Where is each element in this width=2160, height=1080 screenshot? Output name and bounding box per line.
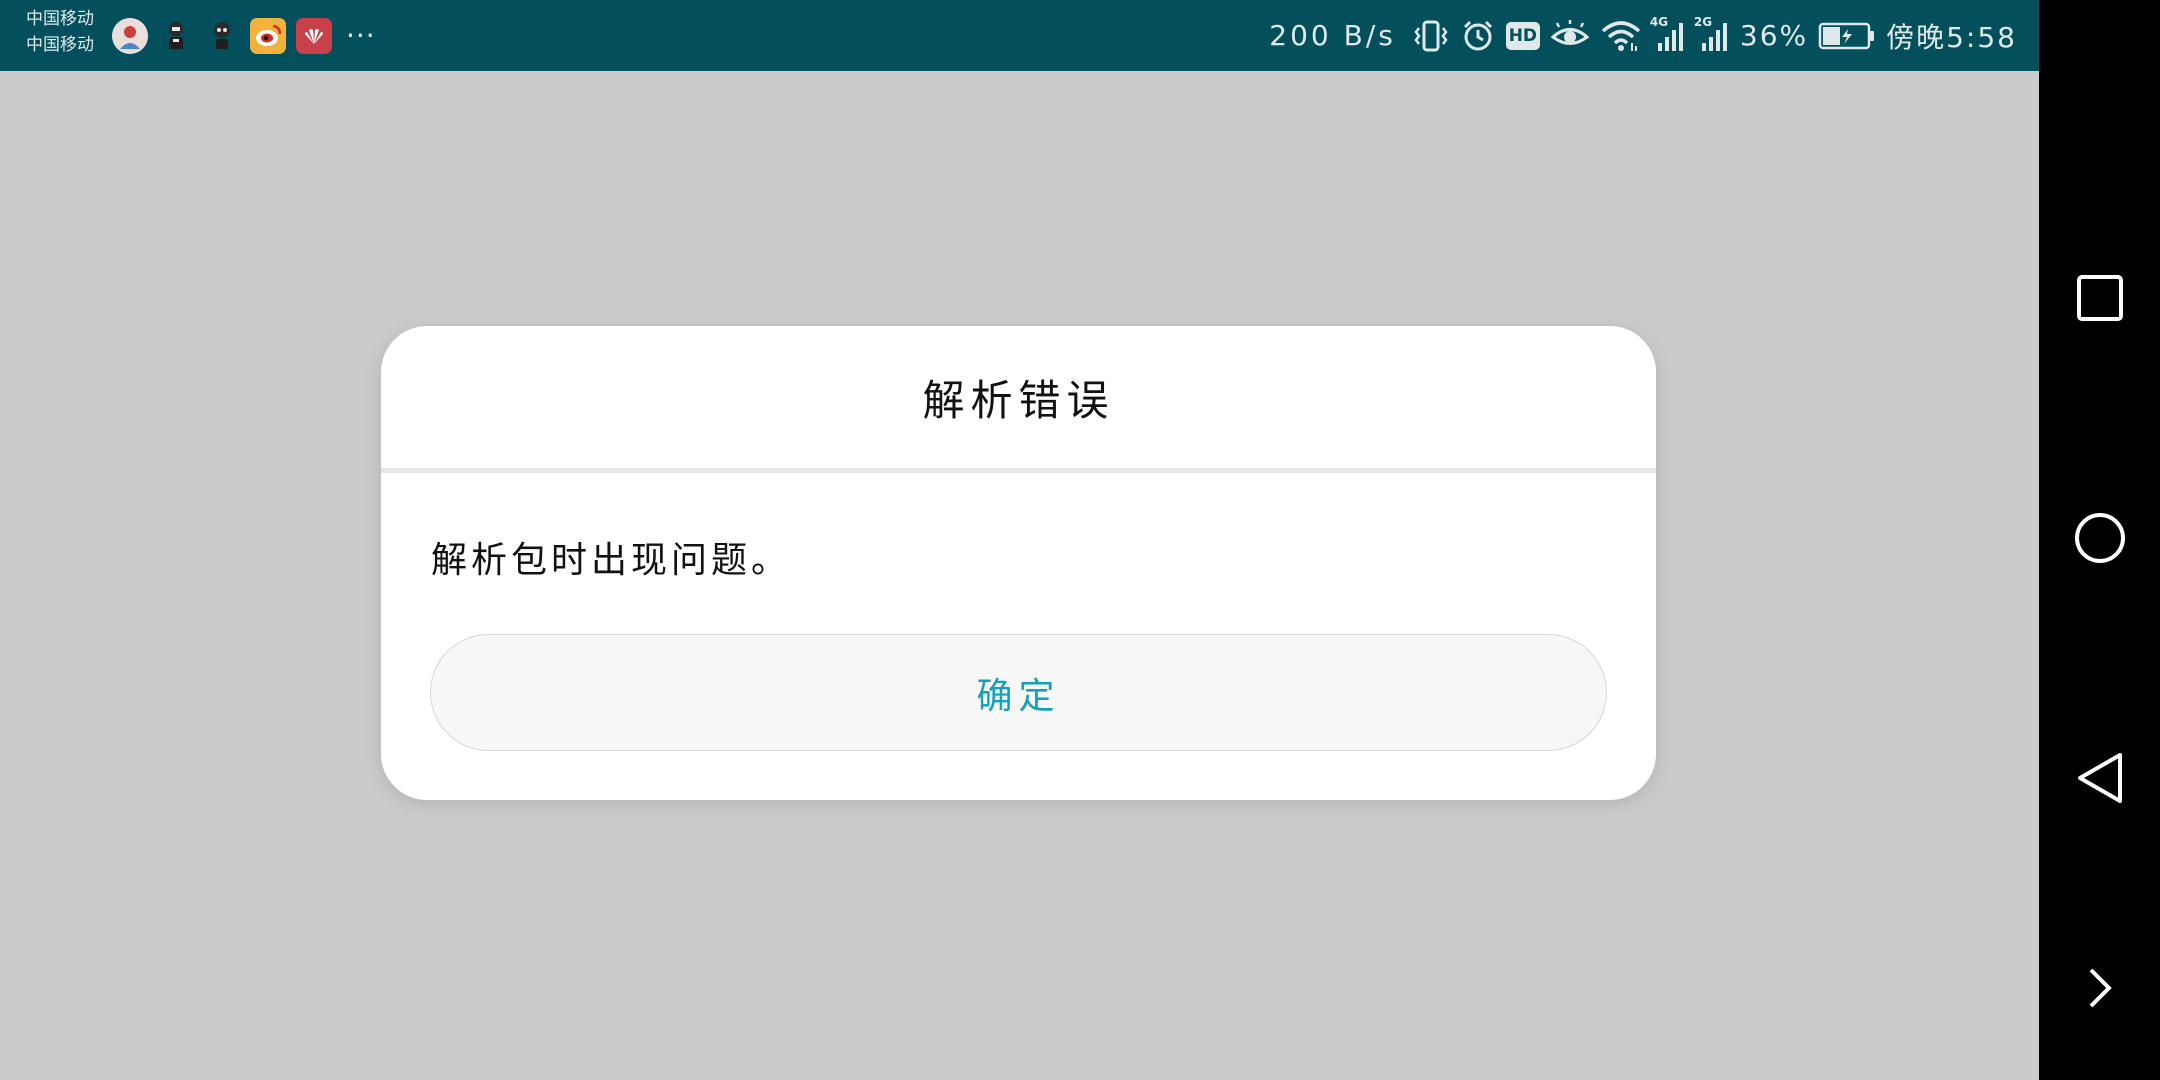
game-character-icon xyxy=(204,18,240,54)
recents-icon xyxy=(2076,274,2124,326)
dialog-divider xyxy=(381,468,1656,473)
dialog-message: 解析包时出现问题。 xyxy=(431,540,792,581)
notification-icons: ··· xyxy=(112,16,376,56)
eye-comfort-icon xyxy=(1550,19,1590,52)
hd-icon: HD xyxy=(1505,21,1540,50)
home-button[interactable] xyxy=(2039,485,2160,595)
game-character-icon xyxy=(158,18,194,54)
vibrate-icon xyxy=(1412,18,1450,54)
back-button[interactable] xyxy=(2039,725,2160,835)
signal-icon: 4G xyxy=(1650,15,1686,53)
expand-icon xyxy=(2085,966,2115,1014)
battery-percent: 36% xyxy=(1739,19,1809,52)
contact-avatar-icon xyxy=(112,18,148,54)
back-icon xyxy=(2076,751,2124,809)
carrier-2-label: 中国移动 xyxy=(26,35,94,55)
network-speed: 200 B/s xyxy=(1269,19,1396,52)
battery-charging-icon xyxy=(1818,21,1876,51)
dialog-title: 解析错误 xyxy=(922,375,1115,425)
home-icon xyxy=(2073,511,2127,569)
signal-2-type: 2G xyxy=(1693,14,1713,29)
huawei-icon xyxy=(296,18,332,54)
signal-icon: 2G xyxy=(1694,15,1730,53)
weibo-icon xyxy=(250,18,286,54)
parse-error-dialog: 解析错误 解析包时出现问题。 确定 xyxy=(381,326,1656,800)
more-notifications-icon: ··· xyxy=(346,19,376,52)
confirm-button[interactable]: 确定 xyxy=(430,634,1607,751)
carrier-1-label: 中国移动 xyxy=(26,9,94,29)
carrier-labels: 中国移动 中国移动 xyxy=(26,6,94,58)
recents-button[interactable] xyxy=(2039,245,2160,355)
clock: 傍晚5:58 xyxy=(1886,20,2017,54)
alarm-icon xyxy=(1460,18,1496,54)
navigation-bar xyxy=(2039,0,2160,1080)
expand-button[interactable] xyxy=(2039,935,2160,1045)
system-status-area: 200 B/s HD 4G 2G 36% 傍晚5:58 xyxy=(1269,0,2017,71)
wifi-icon xyxy=(1600,19,1642,53)
status-bar: 中国移动 中国移动 ··· 200 B/s HD 4G 2G 36% 傍晚5:5… xyxy=(0,0,2039,71)
signal-1-type: 4G xyxy=(1649,14,1669,29)
